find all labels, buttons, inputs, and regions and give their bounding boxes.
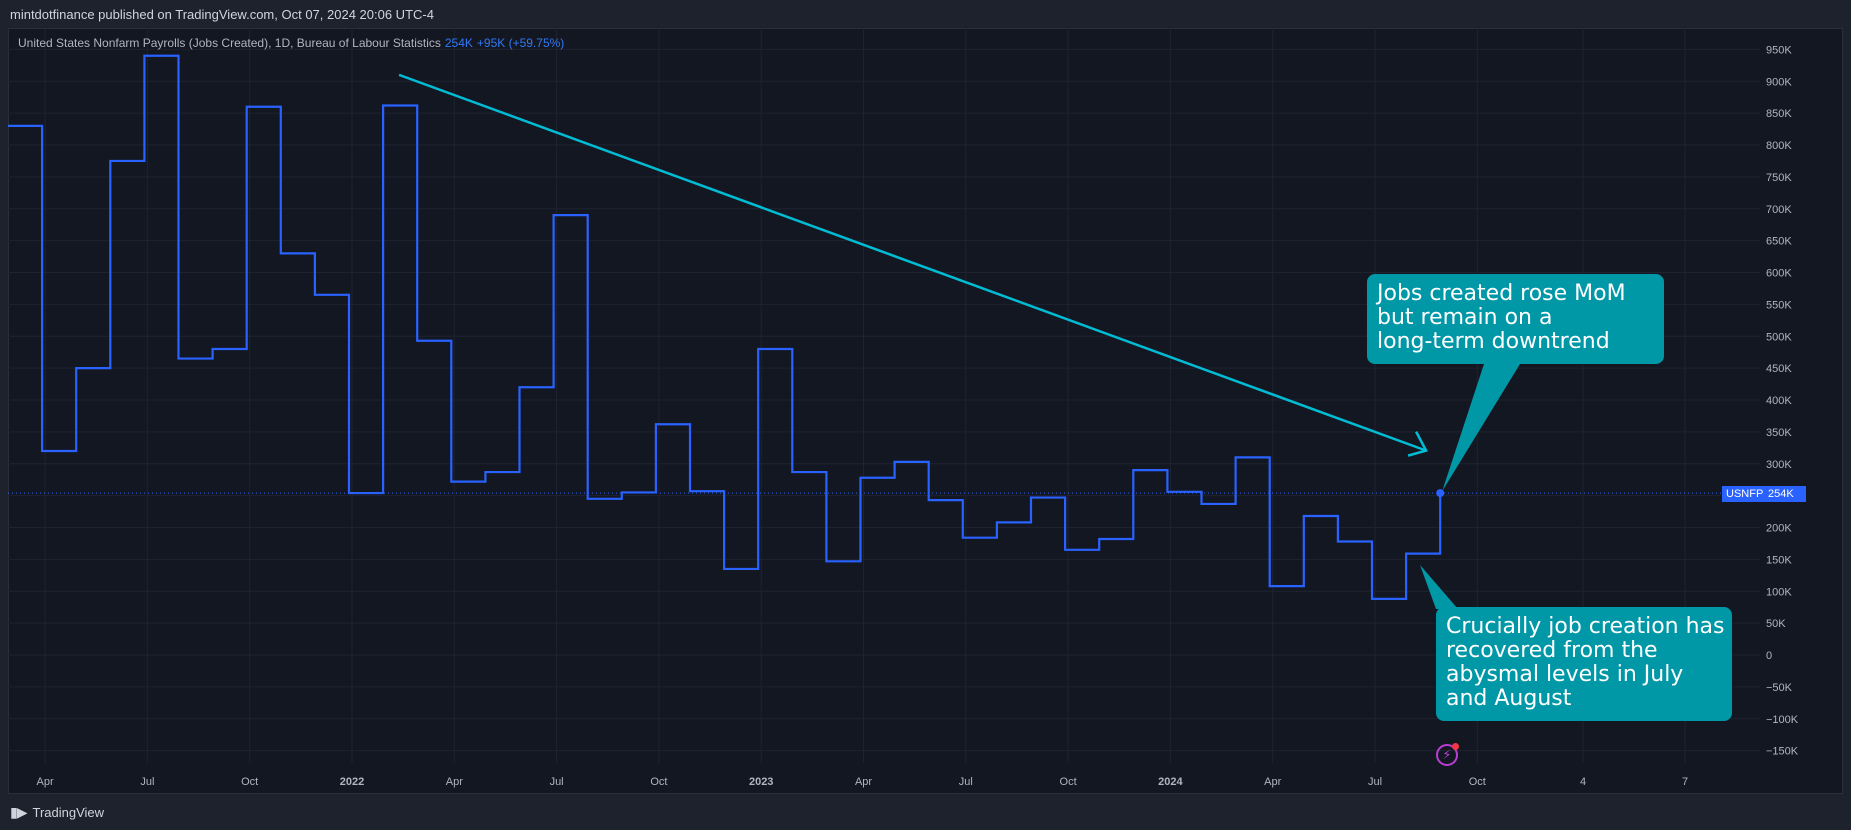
x-tick-label: Jul bbox=[1368, 776, 1382, 788]
series-step-line bbox=[8, 54, 1442, 600]
footer: ▮▶ TradingView bbox=[10, 798, 104, 826]
callout-top-pointer bbox=[1442, 364, 1520, 492]
legend-change: +95K (+59.75%) bbox=[476, 36, 565, 50]
callout-bottom: Crucially job creation has recovered fro… bbox=[1436, 607, 1732, 721]
callout-pointers bbox=[1420, 364, 1520, 609]
price-tag-value: 254K bbox=[1764, 486, 1806, 502]
lightning-icon[interactable]: ⚡ bbox=[1436, 743, 1459, 766]
x-axis: Apr Jul Oct 2022 Apr Jul Oct 2023 Apr Jul Oct 2024 A… bbox=[37, 776, 1689, 788]
y-tick-label: 850K bbox=[1766, 108, 1792, 120]
y-tick-label: 700K bbox=[1766, 204, 1792, 216]
x-tick-label: Apr bbox=[446, 776, 463, 788]
callout-top: Jobs created rose MoM but remain on a lo… bbox=[1367, 274, 1664, 364]
y-tick-label: 900K bbox=[1766, 76, 1792, 88]
callout-bottom-line-2: recovered from the bbox=[1446, 638, 1658, 663]
x-tick-label: Oct bbox=[241, 776, 258, 788]
chart-legend[interactable]: United States Nonfarm Payrolls (Jobs Cre… bbox=[18, 36, 564, 50]
y-tick-label: −100K bbox=[1766, 714, 1799, 726]
published-line: mintdotfinance published on TradingView.… bbox=[0, 0, 1851, 28]
x-tick-label: Oct bbox=[650, 776, 667, 788]
y-tick-label: 550K bbox=[1766, 299, 1792, 311]
trend-arrowhead bbox=[1407, 431, 1428, 457]
y-tick-label: 600K bbox=[1766, 268, 1792, 280]
callout-bottom-line-1: Crucially job creation has bbox=[1446, 614, 1725, 639]
callout-top-line-3: long-term downtrend bbox=[1377, 329, 1610, 354]
y-tick-label: 100K bbox=[1766, 586, 1792, 598]
y-axis: 950K 900K 850K 800K 750K 700K 650K 600K 550K 500K… bbox=[1766, 44, 1799, 757]
y-tick-label: 0 bbox=[1766, 650, 1772, 662]
x-tick-label: 4 bbox=[1580, 776, 1586, 788]
callout-top-line-2: but remain on a bbox=[1377, 305, 1553, 330]
x-tick-label: Apr bbox=[37, 776, 54, 788]
x-tick-label: 2023 bbox=[749, 776, 773, 788]
last-point-marker bbox=[1436, 489, 1445, 498]
callout-bottom-line-3: abysmal levels in July bbox=[1446, 662, 1684, 687]
y-tick-label: 650K bbox=[1766, 236, 1792, 248]
y-tick-label: 200K bbox=[1766, 523, 1792, 535]
footer-brand: TradingView bbox=[32, 804, 105, 820]
y-tick-label: 50K bbox=[1766, 618, 1786, 630]
callout-bottom-pointer bbox=[1420, 565, 1458, 609]
y-tick-label: 750K bbox=[1766, 172, 1792, 184]
price-tag-symbol: USNFP bbox=[1722, 486, 1768, 502]
x-tick-label: Oct bbox=[1060, 776, 1077, 788]
notification-dot-icon bbox=[1452, 743, 1459, 750]
legend-last-value: 254K bbox=[444, 36, 473, 50]
x-tick-label: Jul bbox=[959, 776, 973, 788]
callout-bottom-line-4: and August bbox=[1446, 686, 1572, 711]
legend-title: United States Nonfarm Payrolls (Jobs Cre… bbox=[18, 36, 441, 50]
x-tick-label: Jul bbox=[140, 776, 154, 788]
y-tick-label: 400K bbox=[1766, 395, 1792, 407]
y-tick-label: −150K bbox=[1766, 746, 1799, 758]
y-tick-label: −50K bbox=[1766, 682, 1793, 694]
x-tick-label: Apr bbox=[855, 776, 872, 788]
y-tick-label: 350K bbox=[1766, 427, 1792, 439]
y-tick-label: 150K bbox=[1766, 554, 1792, 566]
y-tick-label: 950K bbox=[1766, 44, 1792, 56]
x-tick-label: Jul bbox=[550, 776, 564, 788]
x-tick-label: Apr bbox=[1264, 776, 1281, 788]
y-tick-label: 800K bbox=[1766, 140, 1792, 152]
x-tick-label: 7 bbox=[1682, 776, 1688, 788]
callout-top-line-1: Jobs created rose MoM bbox=[1377, 281, 1626, 306]
x-tick-label: 2024 bbox=[1158, 776, 1183, 788]
tradingview-logo-icon: ▮▶ bbox=[10, 803, 28, 820]
x-tick-label: 2022 bbox=[340, 776, 364, 788]
y-tick-label: 300K bbox=[1766, 459, 1792, 471]
x-tick-label: Oct bbox=[1469, 776, 1486, 788]
y-tick-label: 450K bbox=[1766, 363, 1792, 375]
y-tick-label: 500K bbox=[1766, 331, 1792, 343]
